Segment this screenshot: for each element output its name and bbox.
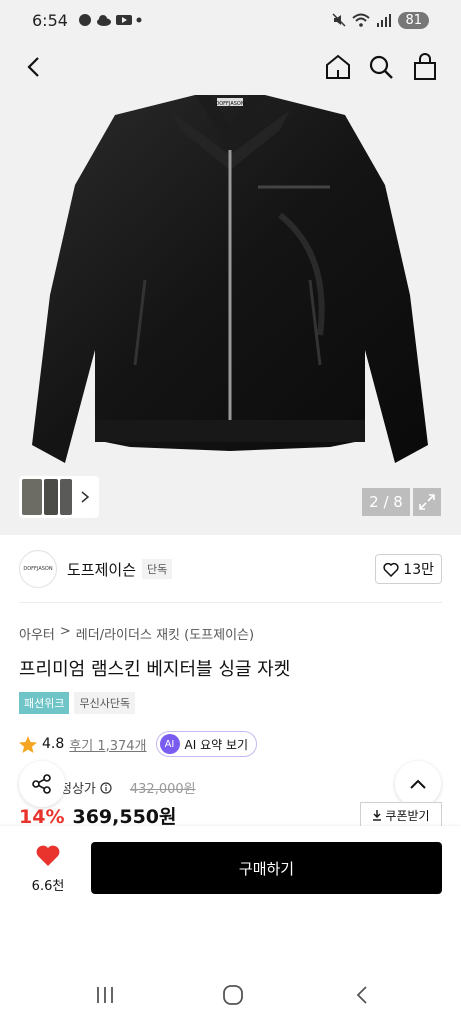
dot-icon xyxy=(136,17,142,23)
back-nav-button[interactable] xyxy=(347,980,377,1010)
brand-logo-text: DOFFJASON xyxy=(23,566,53,572)
share-icon xyxy=(32,774,51,794)
ai-summary-label: AI 요약 보기 xyxy=(184,737,249,752)
jacket-label: DOFFJASON xyxy=(215,101,244,107)
battery-level: 81 xyxy=(398,11,429,29)
bottom-purchase-bar: 6.6천 구매하기 xyxy=(0,826,461,960)
home-button[interactable] xyxy=(320,49,356,85)
breadcrumb-separator: > xyxy=(59,624,71,639)
price-label: 정상가 xyxy=(60,782,96,797)
coupon-label: 쿠폰받기 xyxy=(385,808,430,823)
wishlist-count: 6.6천 xyxy=(31,879,65,894)
breadcrumb-item[interactable]: 레더/라이더스 재킷 (도프제이슨) xyxy=(76,624,254,643)
chevron-up-icon xyxy=(410,779,426,789)
thumbnail-3[interactable] xyxy=(60,479,72,515)
system-icons: 81 xyxy=(332,11,429,29)
home-circle-icon xyxy=(223,985,243,1005)
cart-button[interactable] xyxy=(407,49,443,85)
home-nav-button[interactable] xyxy=(218,980,248,1010)
leather-jacket-image: DOFFJASON xyxy=(32,95,428,463)
exclusive-tag: 단독 xyxy=(142,559,173,579)
product-image[interactable]: DOFFJASON xyxy=(0,95,461,535)
android-nav-bar xyxy=(0,960,461,1024)
globe-icon xyxy=(78,14,91,26)
brand-like-count: 13만 xyxy=(403,562,434,578)
wishlist-button[interactable]: 6.6천 xyxy=(24,844,72,894)
sale-price: 369,550원 xyxy=(72,806,177,828)
breadcrumb: 아우터 > 레더/라이더스 재킷 (도프제이슨) xyxy=(19,624,254,643)
rating-row: 4.8 후기 1,374개 AI AI 요약 보기 xyxy=(19,731,258,757)
cloud-icon xyxy=(96,15,111,26)
search-icon xyxy=(369,55,393,79)
shopping-bag-icon xyxy=(414,53,436,80)
wifi-icon xyxy=(352,13,371,27)
status-bar: 6:54 81 xyxy=(0,0,461,40)
heart-filled-icon xyxy=(36,845,60,866)
price-label-row: 정상가 432,000원 xyxy=(60,778,196,797)
breadcrumb-item[interactable]: 아우터 xyxy=(19,624,55,643)
status-time: 6:54 xyxy=(32,10,68,30)
buy-button[interactable]: 구매하기 xyxy=(91,842,442,894)
recent-apps-icon xyxy=(97,987,113,1003)
chevron-right-icon xyxy=(81,491,90,503)
share-button[interactable] xyxy=(19,761,65,807)
brand-row: DOFFJASON 도프제이슨 단독 13만 xyxy=(19,547,442,591)
home-icon xyxy=(326,54,350,79)
youtube-icon xyxy=(115,15,132,25)
search-button[interactable] xyxy=(363,49,399,85)
brand-logo[interactable]: DOFFJASON xyxy=(19,550,57,588)
product-tags: 패션위크 무신사단독 xyxy=(19,692,136,714)
mute-icon xyxy=(332,13,346,27)
fashion-week-tag: 패션위크 xyxy=(19,692,70,714)
thumbnail-strip[interactable] xyxy=(19,476,99,518)
expand-icon xyxy=(419,494,435,510)
thumbnail-1[interactable] xyxy=(22,479,42,515)
product-title: 프리미엄 램스킨 베지터블 싱글 자켓 xyxy=(19,659,291,680)
expand-button[interactable] xyxy=(413,488,441,516)
scroll-to-top-button[interactable] xyxy=(395,761,441,807)
recent-apps-button[interactable] xyxy=(90,980,120,1010)
star-icon xyxy=(19,735,37,753)
notification-icons xyxy=(78,13,142,27)
review-link[interactable]: 후기 1,374개 xyxy=(69,735,146,754)
brand-like-button[interactable]: 13만 xyxy=(375,554,442,584)
musinsa-exclusive-tag: 무신사단독 xyxy=(74,692,136,714)
info-icon[interactable] xyxy=(100,781,112,794)
coupon-button[interactable]: 쿠폰받기 xyxy=(360,802,442,828)
chevron-left-icon xyxy=(27,57,39,77)
ai-summary-button[interactable]: AI AI 요약 보기 xyxy=(155,731,258,757)
image-counter: 2 / 8 xyxy=(362,488,410,516)
back-chevron-icon xyxy=(356,986,367,1004)
ai-badge: AI xyxy=(159,734,180,754)
discount-rate: 14% xyxy=(19,806,65,828)
top-nav xyxy=(0,40,461,95)
divider xyxy=(19,602,442,603)
brand-name[interactable]: 도프제이슨 xyxy=(67,559,136,580)
download-icon xyxy=(373,810,382,821)
thumbnail-2[interactable] xyxy=(44,479,58,515)
back-button[interactable] xyxy=(16,49,52,85)
rating-score: 4.8 xyxy=(42,736,65,752)
heart-outline-icon xyxy=(383,562,399,577)
original-price: 432,000원 xyxy=(129,782,196,797)
signal-icon xyxy=(377,14,392,27)
